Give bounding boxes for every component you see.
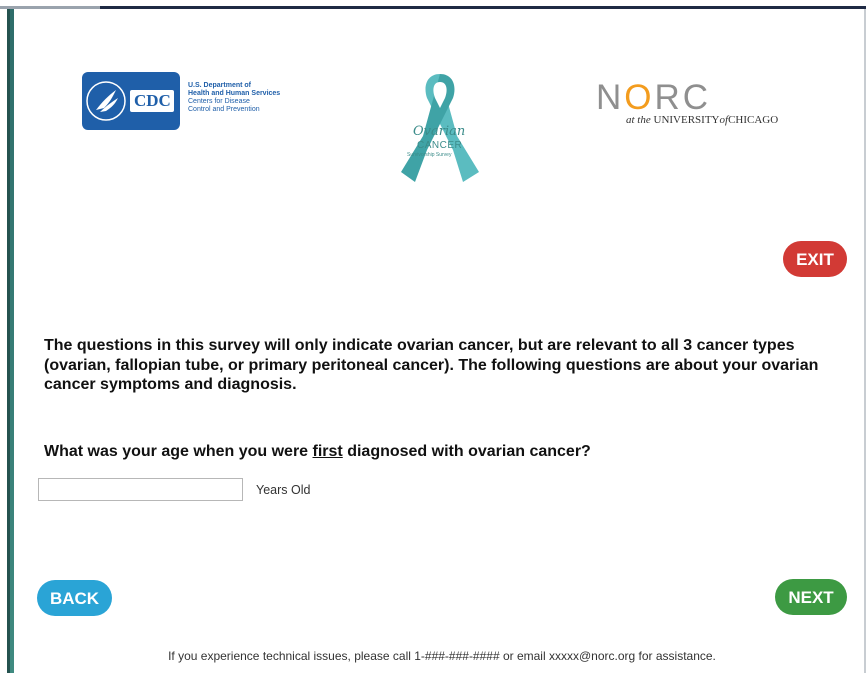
- question-text-after: diagnosed with ovarian cancer?: [342, 443, 591, 460]
- left-rail-edge: [7, 9, 10, 673]
- next-button[interactable]: NEXT: [775, 579, 847, 615]
- ovarian-cancer-survey-logo: Ovarian CANCER Survivorship Survey: [395, 70, 485, 185]
- top-border: [100, 6, 866, 9]
- exit-button[interactable]: EXIT: [783, 241, 847, 277]
- back-button[interactable]: BACK: [37, 580, 112, 616]
- years-old-label: Years Old: [256, 483, 311, 497]
- survey-intro-text: The questions in this survey will only i…: [44, 337, 819, 393]
- ribbon-subtitle: CANCER: [417, 140, 463, 151]
- norc-chicago: CHICAGO: [728, 114, 779, 126]
- ribbon-title: Ovarian: [413, 124, 466, 139]
- norc-university-line: at the UNIVERSITYofCHICAGO: [626, 114, 778, 126]
- norc-logo: NORC at the UNIVERSITYofCHICAGO: [596, 78, 806, 133]
- support-footer: If you experience technical issues, plea…: [168, 649, 716, 663]
- cdc-line-4: Control and Prevention: [188, 106, 260, 113]
- norc-letter-o: O: [624, 78, 655, 117]
- cdc-logo-box: CDC: [82, 72, 180, 130]
- norc-of: of: [719, 114, 729, 126]
- cdc-box-text: CDC: [134, 91, 171, 110]
- cdc-line-1: U.S. Department of: [188, 82, 252, 89]
- norc-wordmark: NORC: [596, 78, 711, 118]
- cdc-line-3: Centers for Disease: [188, 98, 250, 105]
- cdc-line-2: Health and Human Services: [188, 90, 281, 97]
- norc-letter-n: N: [596, 78, 625, 117]
- question-text: What was your age when you were first di…: [44, 443, 824, 461]
- norc-letters-rc: RC: [654, 78, 712, 117]
- ribbon-tagline: Survivorship Survey: [407, 152, 452, 158]
- top-bar-tab: [0, 6, 100, 9]
- norc-university: UNIVERSITY: [653, 114, 720, 126]
- age-input[interactable]: [38, 478, 243, 501]
- cdc-agency-text: U.S. Department of Health and Human Serv…: [188, 82, 308, 114]
- cdc-logo: CDC U.S. Department of Health and Human …: [82, 72, 292, 132]
- question-emphasis: first: [312, 443, 343, 460]
- question-text-before: What was your age when you were: [44, 443, 313, 460]
- norc-at-the: at the: [626, 114, 651, 126]
